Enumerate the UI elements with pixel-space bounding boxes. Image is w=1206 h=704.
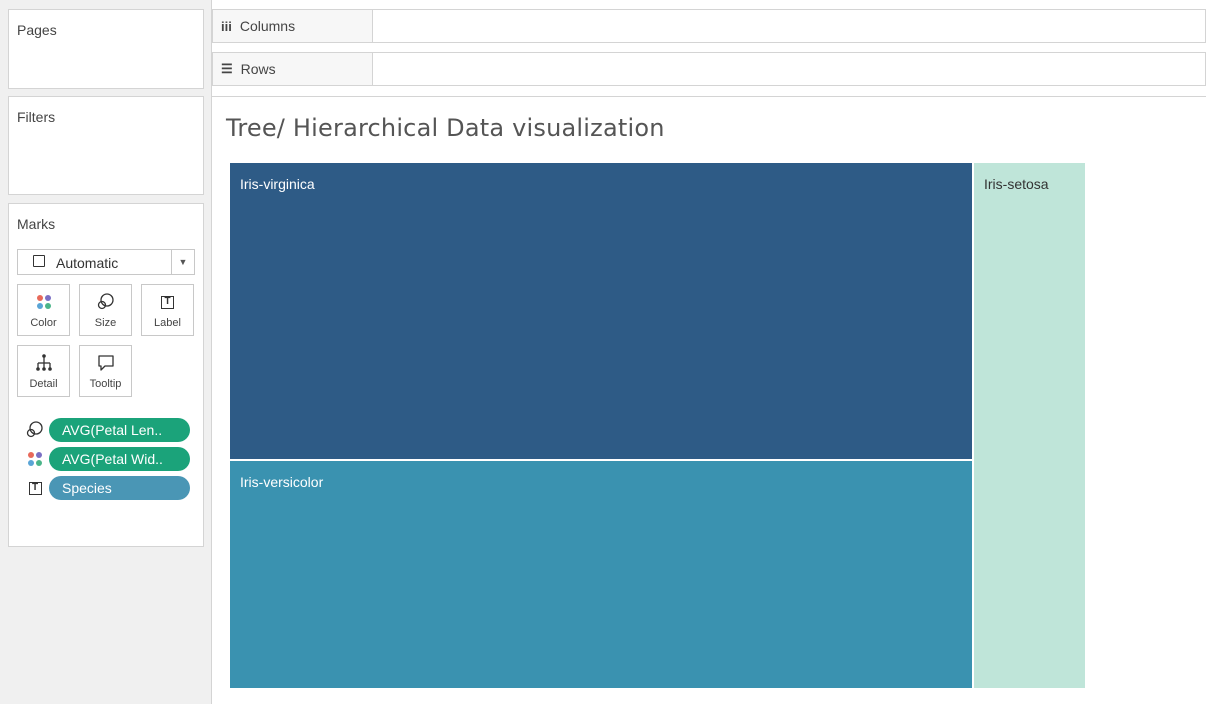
size-icon (97, 293, 114, 310)
color-field-pill[interactable]: AVG(Petal Wid.. (49, 447, 190, 471)
tooltip-bubble-icon (97, 355, 114, 371)
label-field-pill[interactable]: Species (49, 476, 190, 500)
mark-type-dropdown[interactable]: Automatic ▼ (17, 249, 195, 275)
treemap-tile-iris-setosa[interactable] (974, 163, 1085, 688)
rows-label: Rows (240, 61, 276, 77)
rows-drop-zone[interactable] (373, 53, 1205, 85)
rows-shelf: ☰ Rows (212, 52, 1206, 86)
treemap-tile-iris-virginica[interactable] (230, 163, 972, 459)
size-button[interactable]: Size (79, 284, 132, 336)
columns-shelf: iii Columns (212, 9, 1206, 43)
label-text-icon: T (161, 295, 174, 309)
size-icon (26, 421, 43, 438)
columns-label: Columns (239, 18, 296, 34)
chart-title: Tree/ Hierarchical Data visualization (226, 114, 665, 142)
marks-card: Marks Automatic ▼ Color Size T Label Det… (8, 203, 204, 547)
size-field-pill[interactable]: AVG(Petal Len.. (49, 418, 190, 442)
tooltip-button-label: Tooltip (89, 378, 122, 390)
detail-hierarchy-icon (35, 354, 52, 371)
tooltip-button[interactable]: Tooltip (79, 345, 132, 397)
color-button[interactable]: Color (17, 284, 70, 336)
mark-type-value: Automatic (56, 255, 119, 271)
columns-shelf-header: iii Columns (213, 10, 373, 42)
label-button-label: Label (154, 317, 181, 329)
treemap-chart[interactable]: Iris-virginica Iris-versicolor Iris-setosa (230, 163, 1086, 689)
pages-title: Pages (17, 22, 57, 38)
square-mark-icon (33, 255, 45, 267)
chevron-down-icon[interactable]: ▼ (171, 250, 194, 274)
color-dots-icon (28, 452, 42, 466)
rows-shelf-header: ☰ Rows (213, 53, 373, 85)
columns-drop-zone[interactable] (373, 10, 1205, 42)
label-text-icon: T (28, 481, 42, 495)
size-button-label: Size (94, 317, 117, 329)
pages-card[interactable]: Pages (8, 9, 204, 89)
filters-card[interactable]: Filters (8, 96, 204, 195)
marks-title: Marks (17, 216, 56, 232)
treemap-label-iris-setosa: Iris-setosa (984, 176, 1049, 192)
color-dots-icon (36, 295, 51, 309)
color-button-label: Color (30, 317, 57, 329)
label-button[interactable]: T Label (141, 284, 194, 336)
treemap-label-iris-versicolor: Iris-versicolor (240, 474, 324, 490)
detail-button[interactable]: Detail (17, 345, 70, 397)
detail-button-label: Detail (29, 378, 58, 390)
rows-icon: ☰ (221, 61, 233, 76)
treemap-label-iris-virginica: Iris-virginica (240, 176, 315, 192)
filters-title: Filters (17, 109, 56, 125)
columns-icon: iii (221, 18, 232, 34)
treemap-tile-iris-versicolor[interactable] (230, 461, 972, 688)
